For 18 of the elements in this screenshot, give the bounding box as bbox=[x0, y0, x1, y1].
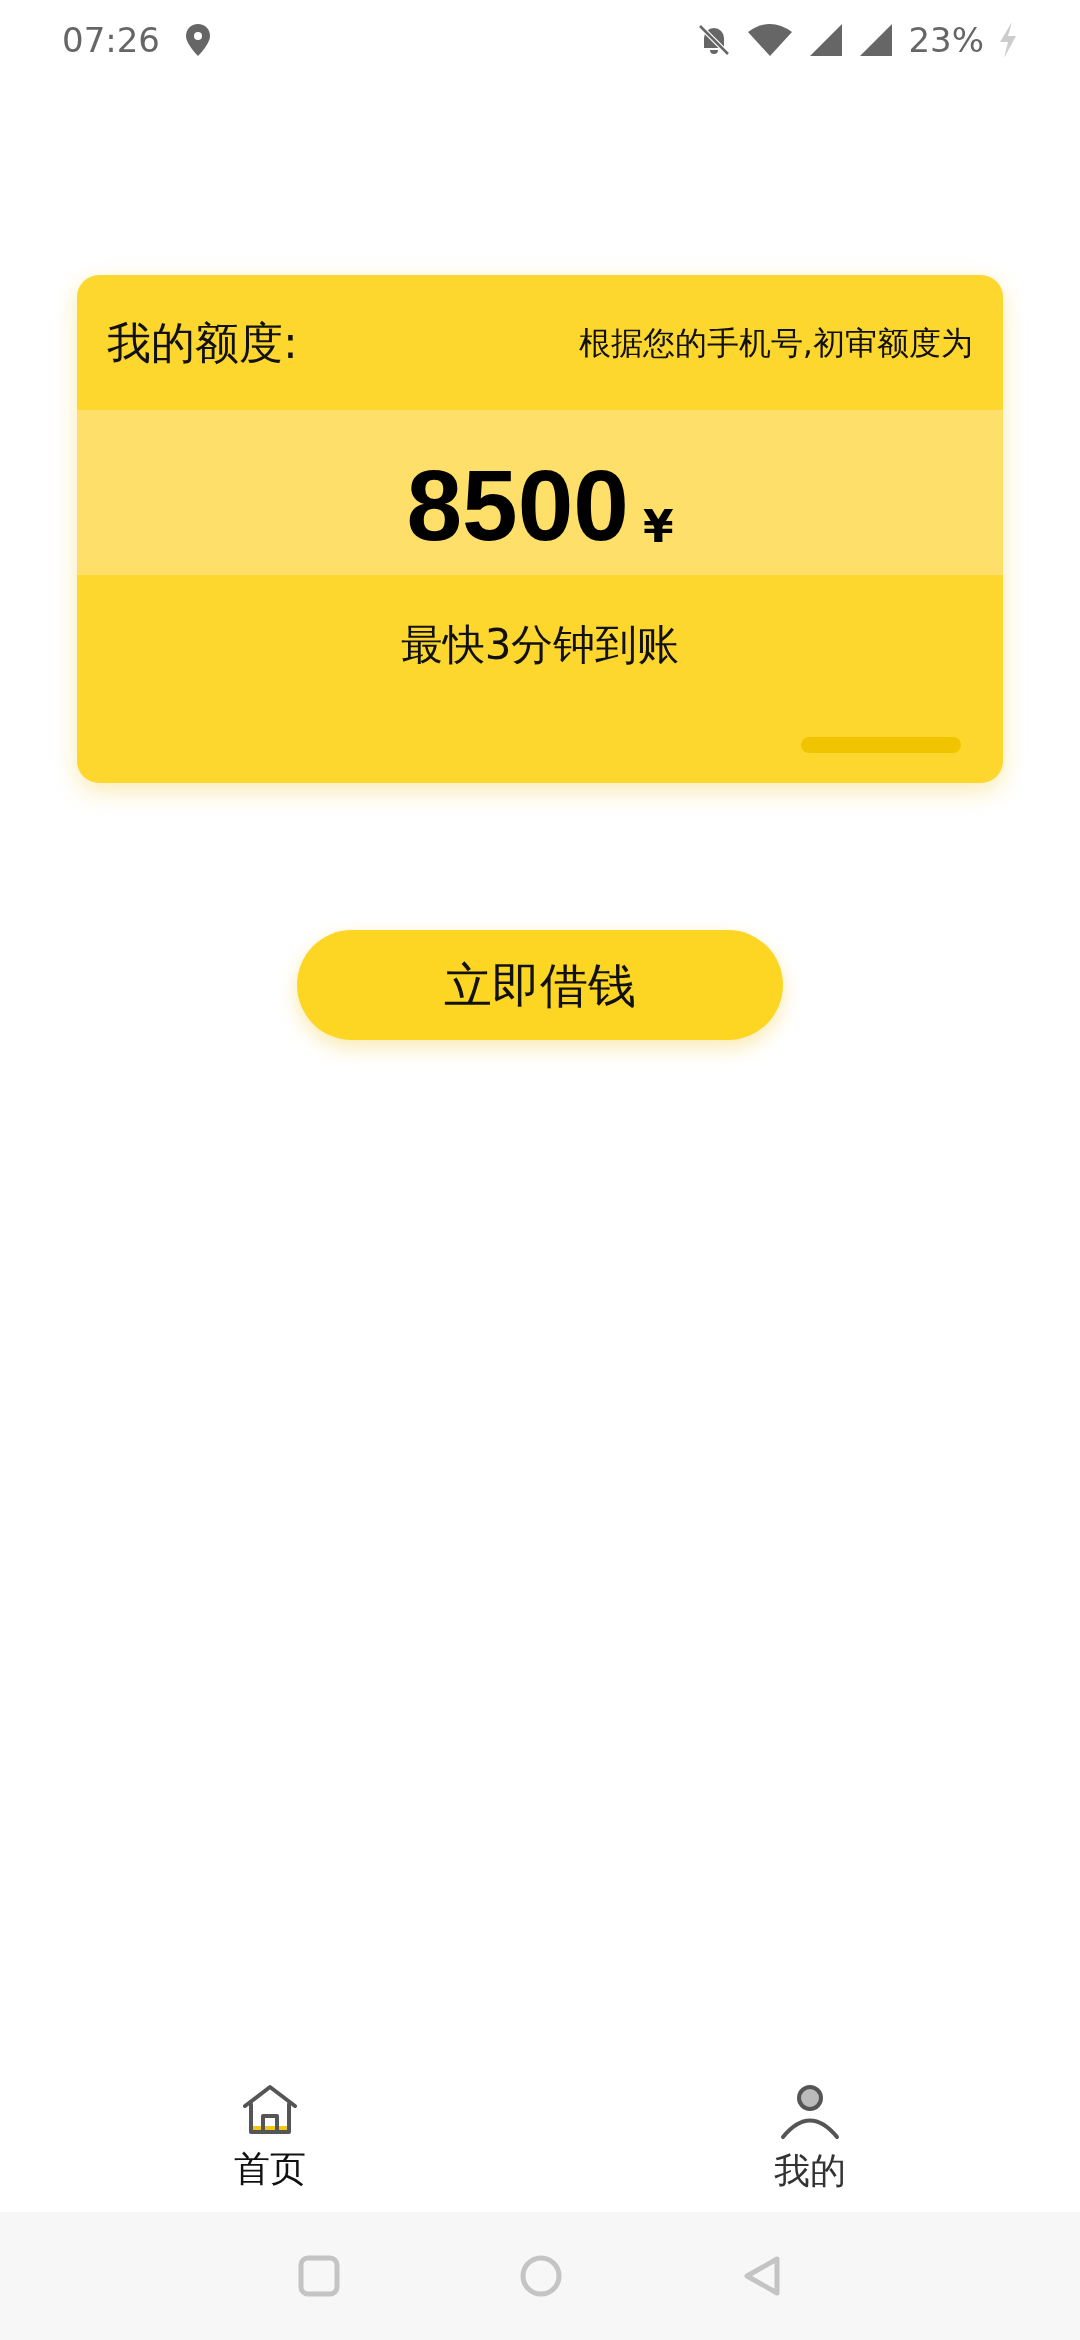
status-time: 07:26 bbox=[62, 18, 160, 62]
charging-bolt-icon bbox=[998, 22, 1018, 58]
nav-tab[interactable]: 首页 bbox=[0, 2068, 540, 2212]
credit-amount: 8500 bbox=[406, 455, 629, 555]
back-icon[interactable] bbox=[742, 2255, 782, 2297]
signal-icon bbox=[858, 22, 895, 58]
battery-percent: 23% bbox=[908, 18, 984, 62]
home-circle-icon[interactable] bbox=[520, 2255, 562, 2297]
signal-icon bbox=[808, 22, 845, 58]
location-pin-icon bbox=[186, 24, 210, 56]
card-note: 根据您的手机号,初审额度为 bbox=[578, 322, 973, 364]
card-title: 我的额度: bbox=[107, 315, 298, 370]
recent-apps-icon[interactable] bbox=[298, 2255, 340, 2297]
borrow-button[interactable]: 立即借钱 bbox=[297, 930, 783, 1040]
currency-symbol: ¥ bbox=[642, 505, 674, 549]
nav-tab[interactable]: 我的 bbox=[540, 2068, 1080, 2212]
card-subtitle: 最快3分钟到账 bbox=[400, 619, 680, 671]
wifi-icon bbox=[746, 22, 795, 58]
